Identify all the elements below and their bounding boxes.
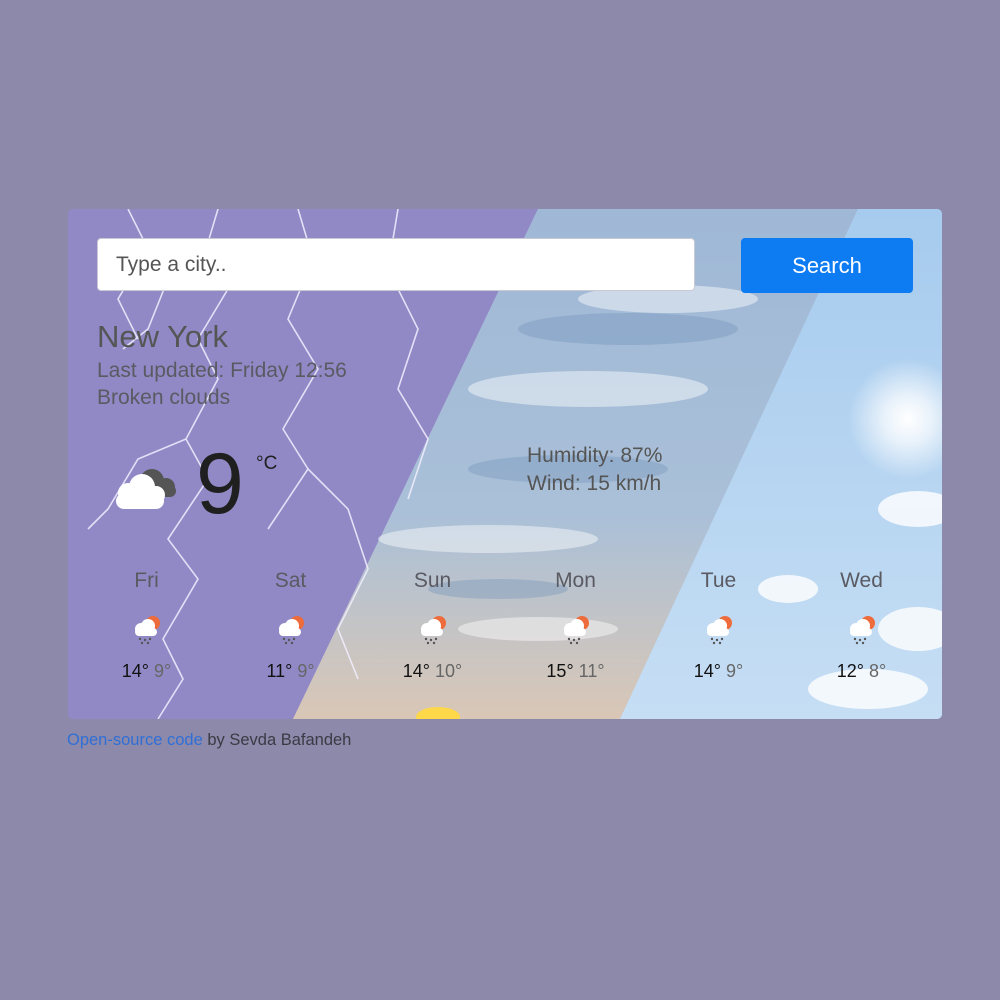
forecast-min: 8° [869,661,887,681]
weather-card: Search New York Last updated: Friday 12:… [68,209,942,719]
forecast-min: 9° [726,661,744,681]
open-source-link[interactable]: Open-source code [67,731,203,749]
rain-sun-icon [134,616,160,645]
footer-author: by Sevda Bafandeh [202,731,352,749]
forecast-max: 15° [546,661,574,681]
forecast-day-name: Fri [134,569,159,592]
forecast-min: 9° [297,661,315,681]
forecast-max: 14° [121,661,149,681]
rain-sun-icon [420,616,446,645]
city-search-input[interactable] [97,238,695,291]
forecast-min: 11° [578,661,605,681]
forecast-day: Sun 14° 10° [361,569,504,682]
forecast-temps: 14° 10° [361,661,504,682]
forecast-day: Wed 12° 8° [790,569,933,682]
weather-description: Broken clouds [97,386,231,409]
wind-speed: Wind: 15 km/h [527,472,662,495]
last-updated: Last updated: Friday 12:56 [97,359,347,382]
forecast-day-name: Wed [840,569,883,592]
forecast-max: 12° [836,661,864,681]
forecast-day: Sat 11° 9° [219,569,362,682]
temperature-unit: °C [256,453,278,474]
search-button[interactable]: Search [741,238,913,293]
forecast-day-name: Tue [700,569,737,592]
rain-sun-icon [278,616,304,645]
forecast-max: 14° [402,661,430,681]
current-temperature: 9 [196,436,244,532]
forecast-max: 11° [266,661,293,681]
forecast-temps: 14° 9° [75,661,218,682]
forecast-day: Tue 14° 9° [647,569,790,682]
forecast-day-name: Sun [413,569,452,592]
rain-sun-icon [849,616,875,645]
city-name: New York [97,319,228,354]
rain-sun-icon [563,616,589,645]
forecast-day: Mon 15° 11° [504,569,647,682]
forecast-day: Fri 14° 9° [75,569,218,682]
forecast-temps: 12° 8° [790,661,933,682]
rain-sun-icon [706,616,732,645]
forecast-temps: 14° 9° [647,661,790,682]
forecast-day-name: Sat [274,569,307,592]
forecast-max: 14° [693,661,721,681]
footer-credit: Open-source code by Sevda Bafandeh [67,731,351,750]
forecast-day-name: Mon [555,569,596,592]
forecast-list: Fri 14° 9° Sat 11° 9° Sun 14° 10° Mon 15… [75,569,935,689]
humidity: Humidity: 87% [527,444,663,467]
forecast-min: 10° [435,661,463,681]
forecast-temps: 11° 9° [219,661,362,682]
forecast-min: 9° [154,661,172,681]
forecast-temps: 15° 11° [504,661,647,682]
broken-clouds-icon [116,469,176,509]
